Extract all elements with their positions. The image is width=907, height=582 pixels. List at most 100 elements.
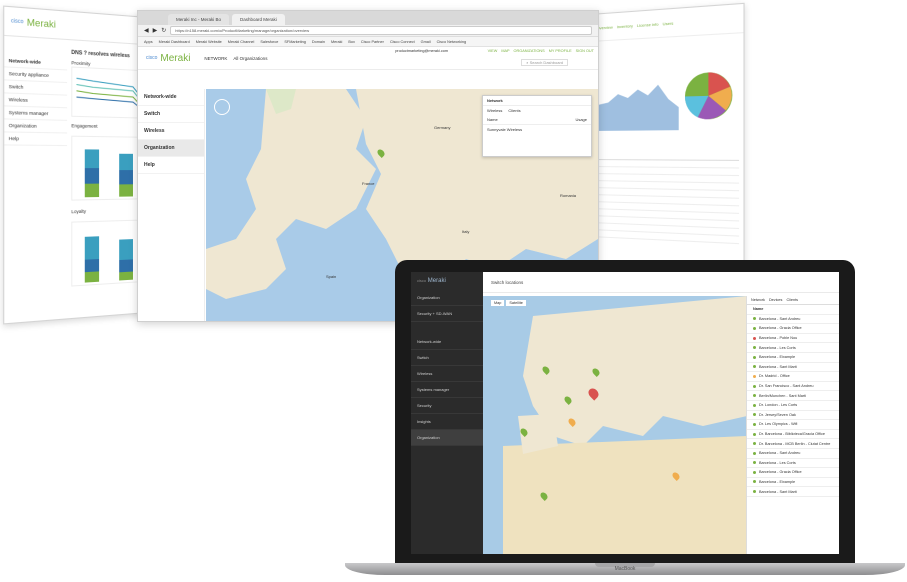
reload-icon[interactable]: ↻ xyxy=(161,27,166,34)
meraki-logo: Meraki xyxy=(160,52,191,64)
list-item[interactable]: Barcelona - Eixample xyxy=(747,353,839,363)
bookmark[interactable]: Meraki Channel xyxy=(228,40,255,44)
laptop-meraki-logo: Meraki xyxy=(427,278,446,284)
url-field[interactable]: https://n158.meraki.com/o/ProductMarketi… xyxy=(170,26,592,35)
popup-tab[interactable]: Clients xyxy=(508,108,520,113)
header-link[interactable]: VIEW xyxy=(488,49,498,53)
loyalty-label: Loyalty xyxy=(71,208,87,215)
list-item[interactable]: Dr. Barcelona - MCB Berlin - Ciutat Cent… xyxy=(747,439,839,449)
list-item[interactable]: Barcelona - Poble Nou xyxy=(747,334,839,344)
list-tab[interactable]: Devices xyxy=(769,298,783,302)
bookmark[interactable]: Meraki Dashboard xyxy=(159,40,190,44)
popup-tab[interactable]: Wireless xyxy=(487,108,502,113)
left-sidebar-item[interactable]: Help xyxy=(4,132,68,147)
browser-tab-active[interactable]: Dashboard Meraki xyxy=(232,14,285,25)
right-tab[interactable]: Inventory xyxy=(617,23,633,29)
laptop-sidebar-item[interactable]: Systems manager xyxy=(411,382,483,398)
list-item[interactable]: Dr. Barcelona - Biblioteca/Gracia Office xyxy=(747,430,839,440)
bookmark[interactable]: Apps xyxy=(144,40,153,44)
laptop-sidebar-item[interactable]: Security + SD-WAN xyxy=(411,306,483,322)
list-header-name: Name xyxy=(753,307,764,312)
sidebar-item[interactable]: Switch xyxy=(138,106,204,123)
list-item[interactable]: Dr. Jersey/Seven Oak xyxy=(747,411,839,421)
list-tab[interactable]: Network xyxy=(751,298,765,302)
forward-icon[interactable]: ▶ xyxy=(153,27,158,34)
laptop-sidebar-item[interactable]: Switch xyxy=(411,350,483,366)
status-dot-icon xyxy=(753,346,756,350)
status-dot-icon xyxy=(753,394,756,398)
map-tab[interactable]: Map xyxy=(491,300,505,306)
list-item-label: Barcelona - Eixample xyxy=(759,479,796,484)
header-links: VIEW MAP ORGANIZATIONS MY PROFILE SIGN O… xyxy=(488,49,594,53)
status-dot-icon xyxy=(753,374,756,378)
network-selector[interactable]: All Organizations xyxy=(233,56,267,61)
list-item[interactable]: Barcelona - Sant Martí xyxy=(747,363,839,373)
status-dot-icon xyxy=(753,365,756,369)
browser-tab[interactable]: Meraki Inc - Meraki Bo xyxy=(168,14,230,25)
list-item[interactable]: Dr. London - Les Corts xyxy=(747,401,839,411)
network-popup: Network Wireless Clients Name Usage Sunn… xyxy=(482,95,592,157)
cisco-logo: cisco xyxy=(10,18,24,26)
list-item[interactable]: Barcelona - Gracia Office xyxy=(747,324,839,334)
list-item[interactable]: Barcelona - Eixample xyxy=(747,478,839,488)
list-item[interactable]: Berlin/Munchen - Sant Marti xyxy=(747,391,839,401)
left-sidebar-item[interactable]: Organization xyxy=(4,119,68,134)
list-item[interactable]: Dr. Madrid - Office xyxy=(747,372,839,382)
header-link[interactable]: ORGANIZATIONS xyxy=(514,49,545,53)
bookmark[interactable]: Cisco Partner xyxy=(361,40,384,44)
map-tab[interactable]: Satellite xyxy=(506,300,526,306)
laptop-sidebar-item[interactable]: Insights xyxy=(411,414,483,430)
status-dot-icon xyxy=(753,413,756,417)
header-link[interactable]: SIGN OUT xyxy=(576,49,594,53)
bookmark[interactable]: Cisco Connect xyxy=(390,40,415,44)
laptop-sidebar-item-active[interactable]: Organization xyxy=(411,430,483,446)
laptop-page-title: Switch locations xyxy=(491,279,524,285)
list-item[interactable]: Barcelona - Sant Andreu xyxy=(747,315,839,325)
bookmark[interactable]: Meraki xyxy=(331,40,342,44)
bookmark[interactable]: Meraki Website xyxy=(196,40,222,44)
laptop-map[interactable]: Map Satellite xyxy=(483,296,747,554)
bookmark[interactable]: Cisco Networking xyxy=(437,40,467,44)
laptop-main: Switch locations Map Satellite Network D… xyxy=(483,272,839,554)
popup-row[interactable]: Sunnyvale Wireless xyxy=(483,125,591,134)
right-tab[interactable]: Users xyxy=(663,20,674,26)
laptop-sidebar-item[interactable]: Organization xyxy=(411,290,483,306)
map-pan-control[interactable] xyxy=(214,99,230,115)
laptop-brand: MacBook xyxy=(614,566,636,572)
laptop-topbar: Switch locations xyxy=(483,272,839,293)
list-item-label: Dr. Jersey/Seven Oak xyxy=(759,412,796,417)
bookmark[interactable]: Gmail xyxy=(421,40,431,44)
popup-col: Usage xyxy=(575,117,587,122)
header-link[interactable]: MAP xyxy=(501,49,509,53)
sidebar-item-active[interactable]: Organization xyxy=(138,140,204,157)
list-item[interactable]: Barcelona - Gracia Office xyxy=(747,468,839,478)
search-dashboard[interactable]: ⌕ Search Dashboard xyxy=(521,59,568,66)
laptop-sidebar-item[interactable]: Security xyxy=(411,398,483,414)
laptop-cisco-logo: cisco xyxy=(417,278,427,283)
list-item[interactable]: Dr. Les Olympics - Wifi xyxy=(747,420,839,430)
list-item[interactable]: Barcelona - Sant Andreu xyxy=(747,449,839,459)
bookmark[interactable]: Salesforce xyxy=(260,40,278,44)
header-link[interactable]: MY PROFILE xyxy=(549,49,572,53)
right-tab[interactable]: Overview xyxy=(597,24,613,30)
list-item-label: Barcelona - Sant Martí xyxy=(759,364,797,369)
laptop-sidebar-item[interactable]: Wireless xyxy=(411,366,483,382)
sidebar-item[interactable]: Help xyxy=(138,157,204,174)
list-item[interactable]: Barcelona - Les Corts xyxy=(747,343,839,353)
bookmark[interactable]: SFMarketing xyxy=(284,40,306,44)
list-item[interactable]: Barcelona - Les Corts xyxy=(747,459,839,469)
sidebar-item[interactable]: Wireless xyxy=(138,123,204,140)
list-tab[interactable]: Clients xyxy=(786,298,798,302)
bookmark[interactable]: Box xyxy=(348,40,355,44)
list-item[interactable]: Barcelona - Sant Martí xyxy=(747,487,839,497)
usage-area-chart xyxy=(598,84,679,131)
laptop-base: MacBook xyxy=(345,563,905,575)
laptop-screen: cisco Meraki Organization Security + SD-… xyxy=(411,272,839,554)
back-icon[interactable]: ◀ xyxy=(144,27,149,34)
laptop-sidebar-item[interactable]: Network-wide xyxy=(411,334,483,350)
sidebar-item[interactable]: Network-wide xyxy=(138,89,204,106)
right-tab[interactable]: License info xyxy=(637,21,659,28)
bookmark[interactable]: Domain xyxy=(312,40,325,44)
laptop-land-shapes xyxy=(503,296,747,554)
list-item[interactable]: Dr. San Francisco - Sant Andreu xyxy=(747,382,839,392)
